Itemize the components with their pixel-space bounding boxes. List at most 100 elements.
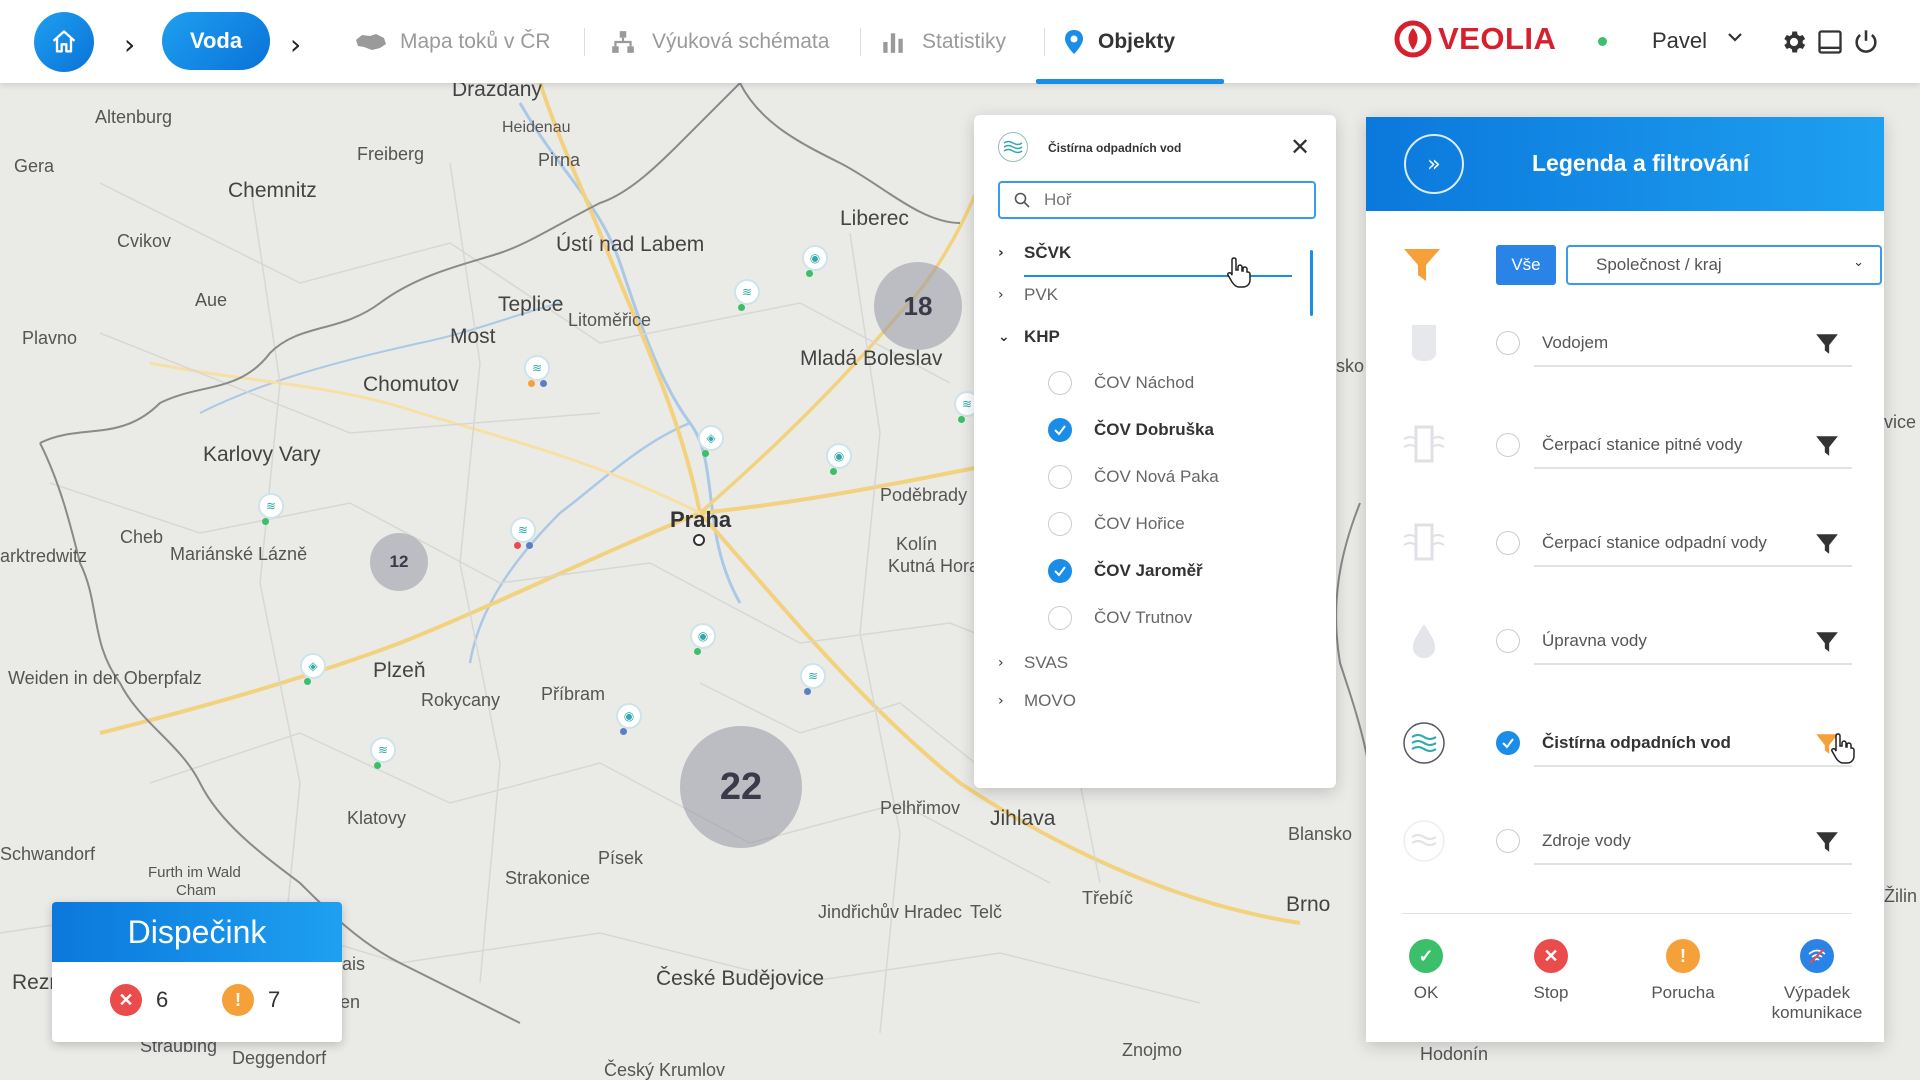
bar-chart-icon [876, 29, 910, 55]
checkbox[interactable] [1496, 829, 1520, 853]
city-label: Gera [14, 156, 55, 176]
power-icon[interactable] [1852, 28, 1880, 56]
filter-icon[interactable] [1814, 629, 1840, 655]
facility-pin[interactable]: ◉ [616, 703, 642, 735]
status-label: Výpadek komunikace [1771, 983, 1863, 1022]
tree-item[interactable]: ČOV Hořice [1048, 512, 1185, 536]
facility-pin[interactable]: ◉ [690, 623, 716, 655]
legend-item-cerpaci-pitne[interactable]: Čerpací stanice pitné vody [1402, 421, 1852, 469]
filter-icon[interactable] [1814, 829, 1840, 855]
checkbox[interactable] [1048, 512, 1072, 536]
tree-group-movo[interactable]: › MOVO [998, 691, 1076, 711]
nav-item-objekty[interactable]: Objekty [1062, 26, 1175, 58]
checkbox[interactable] [1496, 731, 1520, 755]
chevron-down-icon[interactable] [1726, 28, 1744, 51]
facility-pin[interactable]: ◉ [826, 443, 852, 475]
tablet-icon[interactable] [1816, 28, 1844, 56]
legend-item-zdroje[interactable]: Zdroje vody [1402, 817, 1852, 865]
nav-divider [860, 28, 861, 56]
city-label: Znojmo [1122, 1040, 1183, 1060]
facility-pin[interactable]: ≋ [800, 663, 826, 695]
city-label: Mariánské Lázně [170, 544, 308, 564]
tree-item[interactable]: ČOV Jaroměř [1048, 559, 1203, 583]
breadcrumb-voda[interactable]: Voda [162, 12, 270, 70]
checkbox[interactable] [1048, 606, 1072, 630]
checkbox[interactable] [1496, 433, 1520, 457]
nav-item-statistiky[interactable]: Statistiky [876, 26, 1006, 58]
tree-group-svas[interactable]: › SVAS [998, 653, 1068, 673]
status-stop: ✕ Stop [1516, 939, 1586, 1003]
water-drop-icon [1402, 619, 1446, 663]
popup-scrollbar[interactable] [1310, 250, 1313, 316]
tree-item-label: ČOV Dobruška [1094, 420, 1214, 439]
legend-item-cerpaci-odpadni[interactable]: Čerpací stanice odpadní vody [1402, 519, 1852, 567]
water-tank-icon [1402, 321, 1446, 365]
nav-divider [1044, 28, 1045, 56]
checkbox[interactable] [1048, 418, 1072, 442]
checkbox[interactable] [1496, 629, 1520, 653]
legend-item-cistirna[interactable]: Čistírna odpadních vod [1402, 719, 1852, 767]
city-label: Písek [598, 848, 644, 868]
gear-icon[interactable] [1780, 28, 1808, 56]
legend-item-upravna[interactable]: Úpravna vody [1402, 617, 1852, 665]
checkbox[interactable] [1496, 331, 1520, 355]
cluster-marker[interactable]: 22 [680, 726, 802, 848]
dispatch-title: Dispečink [52, 902, 342, 962]
tree-item[interactable]: ČOV Náchod [1048, 371, 1194, 395]
legend-item-label: Čerpací stanice odpadní vody [1542, 533, 1767, 552]
checkbox[interactable] [1048, 371, 1072, 395]
facility-pin[interactable]: ◉ [802, 245, 828, 277]
dispatch-summary-card[interactable]: Dispečink ✕ 6 ! 7 [52, 902, 342, 1042]
row-divider [1534, 565, 1852, 567]
warning-count-value: 7 [268, 987, 281, 1012]
collapse-panel-button[interactable]: » [1404, 134, 1464, 194]
location-pin-icon [1062, 29, 1086, 55]
city-label: Teplice [498, 293, 564, 316]
city-label: Rezr [12, 971, 57, 994]
filter-icon[interactable] [1814, 531, 1840, 557]
cluster-marker[interactable]: 18 [874, 262, 962, 350]
checkbox[interactable] [1048, 559, 1072, 583]
facility-pin[interactable]: ≋ [370, 737, 396, 769]
legend-item-label: Čerpací stanice pitné vody [1542, 435, 1743, 454]
close-icon[interactable]: ✕ [1290, 133, 1310, 161]
search-input[interactable]: Hoř [998, 181, 1316, 219]
checkbox[interactable] [1048, 465, 1072, 489]
filter-icon[interactable] [1814, 331, 1840, 357]
cluster-marker[interactable]: 12 [370, 533, 428, 591]
tree-group-khp[interactable]: ⌄ KHP [998, 327, 1060, 347]
nav-item-label: Výuková schémata [652, 30, 830, 53]
hand-cursor-icon [1227, 257, 1251, 288]
facility-pin[interactable]: ◈ [698, 425, 724, 457]
city-label: Jindřichův Hradec [818, 902, 963, 922]
city-label: Weiden in der Oberpfalz [8, 668, 202, 688]
row-divider [1534, 663, 1852, 665]
tree-item[interactable]: ČOV Trutnov [1048, 606, 1192, 630]
facility-pin[interactable]: ≋ [734, 279, 760, 311]
all-button[interactable]: Vše [1496, 245, 1556, 285]
checkbox[interactable] [1496, 531, 1520, 555]
tree-item[interactable]: ČOV Nová Paka [1048, 465, 1219, 489]
filter-icon[interactable] [1814, 433, 1840, 459]
city-label: Drazdany [452, 83, 542, 101]
city-label: en [340, 992, 361, 1012]
nav-divider [584, 28, 585, 56]
tree-group-pvk[interactable]: › PVK [998, 285, 1058, 305]
legend-item-vodojem[interactable]: Vodojem [1402, 319, 1852, 367]
city-label: Příbram [541, 684, 606, 704]
facility-pin[interactable]: ≋ [258, 493, 284, 525]
facility-pin[interactable]: ≋ [510, 517, 536, 549]
nav-item-mapa-toku[interactable]: Mapa toků v ČR [354, 26, 551, 58]
hand-cursor-icon [1831, 733, 1855, 764]
city-label: Žilin [1884, 886, 1918, 906]
company-region-select[interactable]: Společnost / kraj ⌄ [1566, 245, 1882, 285]
facility-pin[interactable]: ◈ [300, 653, 326, 685]
facility-pin[interactable]: ≋ [524, 355, 550, 387]
tree-group-scvk[interactable]: › SČVK [998, 243, 1071, 263]
stop-count-value: 6 [156, 987, 169, 1012]
user-name[interactable]: Pavel [1652, 28, 1707, 54]
tree-item[interactable]: ČOV Dobruška [1048, 418, 1214, 442]
city-label: Cham [176, 882, 217, 899]
home-button[interactable] [34, 12, 94, 72]
nav-item-vyukova-schemata[interactable]: Výuková schémata [606, 26, 829, 58]
